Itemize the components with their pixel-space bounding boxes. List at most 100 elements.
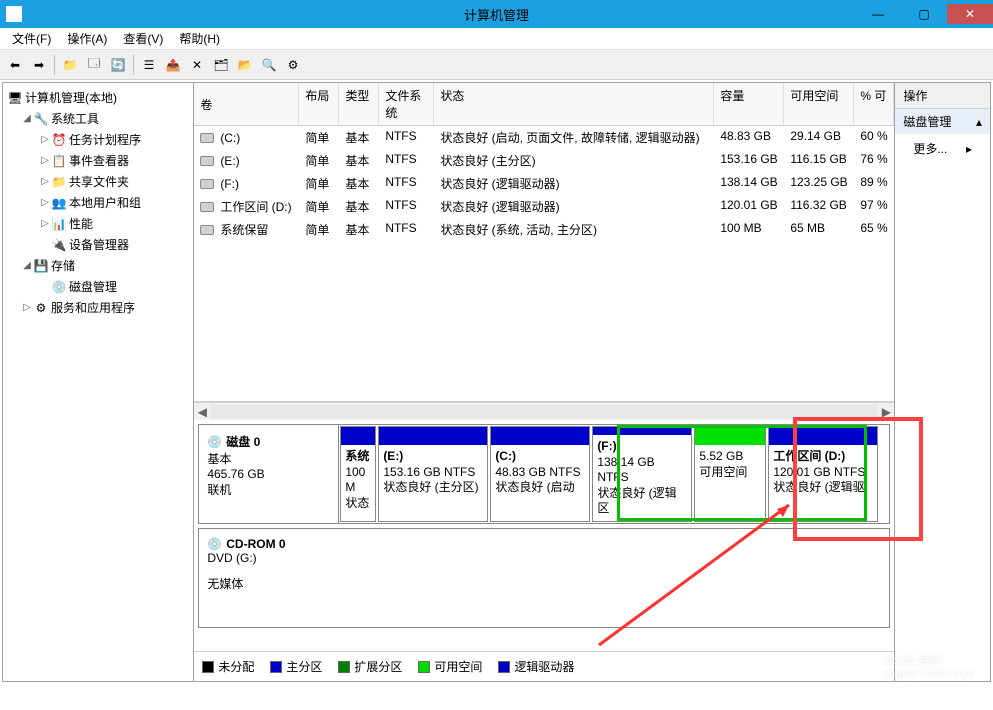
expand-icon[interactable]: ▷ xyxy=(39,176,51,187)
users-icon: 👥 xyxy=(51,195,67,211)
clock-icon: ⏰ xyxy=(51,132,67,148)
delete-icon[interactable]: ✕ xyxy=(186,54,208,76)
search-icon[interactable]: 🔍 xyxy=(258,54,280,76)
partition[interactable]: 5.52 GB可用空间 xyxy=(694,426,766,522)
partition[interactable]: 系统100 M状态 xyxy=(340,426,376,522)
legend-unallocated: 未分配 xyxy=(202,658,254,675)
back-button[interactable]: ⬅ xyxy=(4,54,26,76)
scroll-right-icon[interactable]: ▶ xyxy=(878,405,894,419)
col-free[interactable]: 可用空间 xyxy=(784,83,854,125)
tree-users[interactable]: ▷👥本地用户和组 xyxy=(3,192,193,213)
close-button[interactable]: ✕ xyxy=(947,4,993,24)
volume-icon xyxy=(200,156,214,166)
view-icon[interactable]: 🗔 xyxy=(83,54,105,76)
volume-icon xyxy=(200,133,214,143)
volume-header: 卷 布局 类型 文件系统 状态 容量 可用空间 % 可 xyxy=(194,83,894,126)
volume-row[interactable]: 系统保留简单基本NTFS状态良好 (系统, 活动, 主分区)100 MB65 M… xyxy=(194,218,894,241)
list-icon[interactable]: ☰ xyxy=(138,54,160,76)
window-title: 计算机管理 xyxy=(464,5,529,24)
shared-icon: 📁 xyxy=(51,174,67,190)
tree-eventvwr[interactable]: ▷📋事件查看器 xyxy=(3,150,193,171)
volume-row[interactable]: (E:)简单基本NTFS状态良好 (主分区)153.16 GB116.15 GB… xyxy=(194,149,894,172)
tree-devmgr[interactable]: 🔌设备管理器 xyxy=(3,234,193,255)
legend-primary: 主分区 xyxy=(270,658,322,675)
legend-free: 可用空间 xyxy=(418,658,482,675)
computer-icon: 🖥 xyxy=(7,90,23,106)
actions-more[interactable]: 更多...▸ xyxy=(895,134,990,163)
tree-diskmgmt[interactable]: 💿磁盘管理 xyxy=(3,276,193,297)
col-volume[interactable]: 卷 xyxy=(194,83,299,125)
nav-tree[interactable]: 🖥计算机管理(本地) ◢🔧系统工具 ▷⏰任务计划程序 ▷📋事件查看器 ▷📁共享文… xyxy=(3,83,194,681)
menu-action[interactable]: 操作(A) xyxy=(59,28,115,49)
cdrom-row: 💿CD-ROM 0 DVD (G:) 无媒体 xyxy=(198,528,890,628)
tree-scheduler[interactable]: ▷⏰任务计划程序 xyxy=(3,129,193,150)
disk-0-label[interactable]: 💿磁盘 0 基本 465.76 GB 联机 xyxy=(199,425,339,523)
menu-help[interactable]: 帮助(H) xyxy=(171,28,228,49)
app-icon xyxy=(6,6,22,22)
tree-storage[interactable]: ◢💾存储 xyxy=(3,255,193,276)
tree-systools[interactable]: ◢🔧系统工具 xyxy=(3,108,193,129)
actions-section-diskmgmt[interactable]: 磁盘管理▴ xyxy=(895,109,990,134)
tree-services[interactable]: ▷⚙服务和应用程序 xyxy=(3,297,193,318)
col-layout[interactable]: 布局 xyxy=(299,83,339,125)
partition[interactable]: 工作区间 (D:)120.01 GB NTFS状态良好 (逻辑驱 xyxy=(768,426,878,522)
tree-root[interactable]: 🖥计算机管理(本地) xyxy=(3,87,193,108)
menu-file[interactable]: 文件(F) xyxy=(4,28,59,49)
export-icon[interactable]: 📤 xyxy=(162,54,184,76)
expand-icon[interactable]: ▷ xyxy=(39,134,51,145)
minimize-button[interactable]: — xyxy=(855,4,901,24)
col-fs[interactable]: 文件系统 xyxy=(379,83,434,125)
cdrom-label[interactable]: 💿CD-ROM 0 DVD (G:) 无媒体 xyxy=(199,529,889,627)
disk-0-partitions: 系统100 M状态(E:)153.16 GB NTFS状态良好 (主分区)(C:… xyxy=(339,425,889,523)
tree-shared[interactable]: ▷📁共享文件夹 xyxy=(3,171,193,192)
expand-icon[interactable]: ▷ xyxy=(39,197,51,208)
content-area: 🖥计算机管理(本地) ◢🔧系统工具 ▷⏰任务计划程序 ▷📋事件查看器 ▷📁共享文… xyxy=(2,82,991,682)
expand-icon[interactable]: ▷ xyxy=(39,218,51,229)
collapse-icon[interactable]: ◢ xyxy=(21,113,33,124)
disk-map: 💿磁盘 0 基本 465.76 GB 联机 系统100 M状态(E:)153.1… xyxy=(194,420,894,636)
tree-perf[interactable]: ▷📊性能 xyxy=(3,213,193,234)
folder-icon[interactable]: 📁 xyxy=(59,54,81,76)
expand-icon[interactable]: ▷ xyxy=(39,155,51,166)
perf-icon: 📊 xyxy=(51,216,67,232)
col-status[interactable]: 状态 xyxy=(434,83,714,125)
volume-row[interactable]: (F:)简单基本NTFS状态良好 (逻辑驱动器)138.14 GB123.25 … xyxy=(194,172,894,195)
disk-icon: 💿 xyxy=(207,435,222,449)
forward-button[interactable]: ➡ xyxy=(28,54,50,76)
col-capacity[interactable]: 容量 xyxy=(714,83,784,125)
scroll-left-icon[interactable]: ◀ xyxy=(194,405,210,419)
disk-icon: 💿 xyxy=(51,279,67,295)
maximize-button[interactable]: ▢ xyxy=(901,4,947,24)
volume-icon xyxy=(200,225,214,235)
partition[interactable]: (F:)138.14 GB NTFS状态良好 (逻辑区 xyxy=(592,426,692,522)
refresh-icon[interactable]: 🔄 xyxy=(107,54,129,76)
properties-icon[interactable]: 🗂 xyxy=(210,54,232,76)
toolbar: ⬅ ➡ 📁 🗔 🔄 ☰ 📤 ✕ 🗂 📂 🔍 ⚙ xyxy=(0,50,993,80)
folder2-icon[interactable]: 📂 xyxy=(234,54,256,76)
menubar: 文件(F) 操作(A) 查看(V) 帮助(H) xyxy=(0,28,993,50)
main-pane: 卷 布局 类型 文件系统 状态 容量 可用空间 % 可 (C:)简单基本NTFS… xyxy=(194,83,894,681)
event-icon: 📋 xyxy=(51,153,67,169)
col-percent[interactable]: % 可 xyxy=(854,83,894,125)
volume-row[interactable]: 工作区间 (D:)简单基本NTFS状态良好 (逻辑驱动器)120.01 GB11… xyxy=(194,195,894,218)
tools-icon: 🔧 xyxy=(33,111,49,127)
storage-icon: 💾 xyxy=(33,258,49,274)
h-scrollbar[interactable]: ◀ ▶ xyxy=(194,402,894,420)
actions-header: 操作 xyxy=(895,83,990,109)
menu-view[interactable]: 查看(V) xyxy=(115,28,171,49)
device-icon: 🔌 xyxy=(51,237,67,253)
partition[interactable]: (C:)48.83 GB NTFS状态良好 (启动 xyxy=(490,426,590,522)
actions-pane: 操作 磁盘管理▴ 更多...▸ xyxy=(894,83,990,681)
volume-row[interactable]: (C:)简单基本NTFS状态良好 (启动, 页面文件, 故障转储, 逻辑驱动器)… xyxy=(194,126,894,149)
volume-icon xyxy=(200,202,214,212)
chevron-right-icon: ▸ xyxy=(966,142,972,156)
legend-logical: 逻辑驱动器 xyxy=(498,658,574,675)
volume-icon xyxy=(200,179,214,189)
volume-table: 卷 布局 类型 文件系统 状态 容量 可用空间 % 可 (C:)简单基本NTFS… xyxy=(194,83,894,402)
col-type[interactable]: 类型 xyxy=(339,83,379,125)
collapse-icon[interactable]: ◢ xyxy=(21,260,33,271)
partition[interactable]: (E:)153.16 GB NTFS状态良好 (主分区) xyxy=(378,426,488,522)
watermark: Baidu 经验 jingyan.baidu.com xyxy=(884,651,973,680)
expand-icon[interactable]: ▷ xyxy=(21,302,33,313)
settings-icon[interactable]: ⚙ xyxy=(282,54,304,76)
